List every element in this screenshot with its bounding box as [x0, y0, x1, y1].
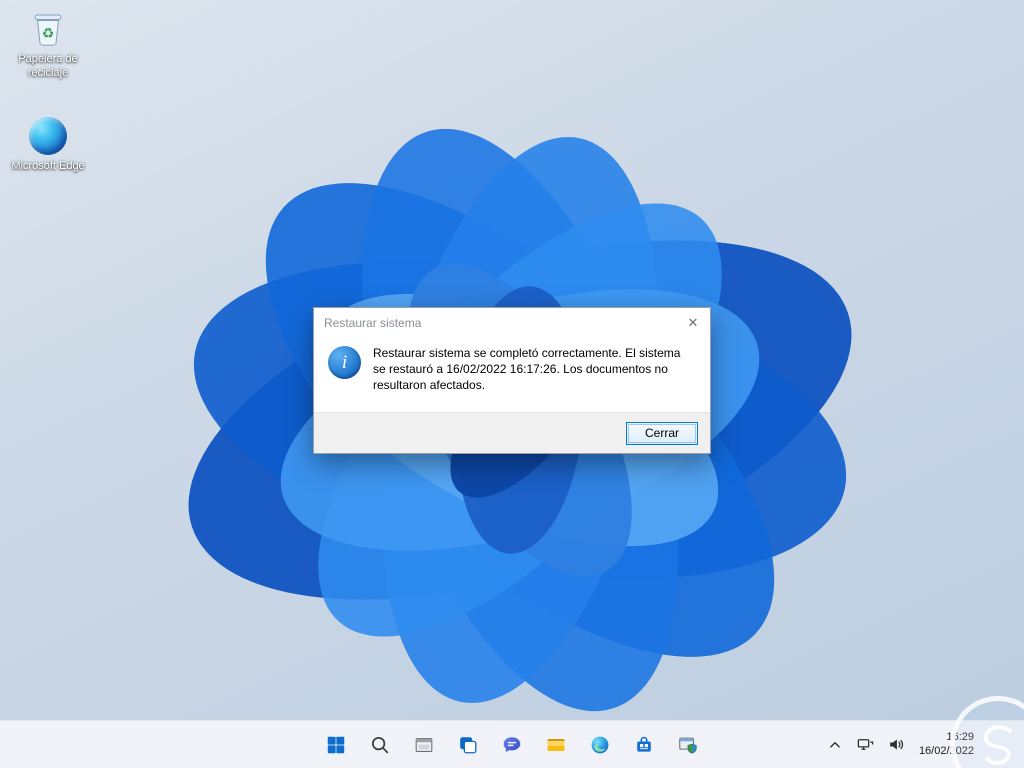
edge-shortcut[interactable]: Microsoft Edge	[8, 115, 88, 174]
system-restore-icon	[677, 734, 699, 756]
volume-button[interactable]	[882, 725, 911, 765]
close-icon[interactable]: ✕	[676, 308, 710, 338]
edge-icon	[27, 115, 69, 157]
network-button[interactable]	[851, 725, 880, 765]
legacy-app-button[interactable]	[404, 725, 444, 765]
tray-chevron-button[interactable]	[821, 725, 849, 765]
edge-label: Microsoft Edge	[11, 160, 84, 174]
dialog-message: Restaurar sistema se completó correctame…	[373, 344, 692, 406]
network-icon	[856, 735, 875, 754]
dialog-footer: Cerrar	[314, 412, 710, 453]
app-window-icon	[413, 734, 435, 756]
info-icon: i	[328, 346, 361, 379]
system-tray: 16:29 16/02/2022	[821, 725, 980, 765]
dialog-title: Restaurar sistema	[324, 316, 421, 330]
taskbar: 16:29 16/02/2022	[0, 720, 1024, 768]
store-button[interactable]	[624, 725, 664, 765]
system-restore-dialog: Restaurar sistema ✕ i Restaurar sistema …	[313, 307, 711, 454]
clock-date: 16/02/2022	[919, 745, 974, 759]
dialog-body: i Restaurar sistema se completó correcta…	[314, 338, 710, 412]
edge-browser-icon	[589, 734, 611, 756]
recycle-bin-icon: ♻	[27, 8, 69, 50]
file-explorer-icon	[545, 734, 567, 756]
search-icon	[369, 734, 391, 756]
system-restore-app-button[interactable]	[668, 725, 708, 765]
task-view-button[interactable]	[448, 725, 488, 765]
svg-text:♻: ♻	[42, 25, 55, 41]
chat-button[interactable]	[492, 725, 532, 765]
recycle-bin-label: Papelera de reciclaje	[8, 53, 88, 81]
desktop-icon-column: ♻ Papelera de reciclaje Microsoft Edge	[8, 8, 88, 199]
speaker-icon	[887, 735, 906, 754]
clock-time: 16:29	[946, 731, 974, 745]
chat-icon	[501, 734, 523, 756]
windows-logo-icon	[325, 734, 347, 756]
dialog-titlebar[interactable]: Restaurar sistema ✕	[314, 308, 710, 338]
recycle-bin-shortcut[interactable]: ♻ Papelera de reciclaje	[8, 8, 88, 81]
taskbar-clock[interactable]: 16:29 16/02/2022	[913, 731, 980, 759]
taskbar-center-icons	[316, 725, 708, 765]
search-button[interactable]	[360, 725, 400, 765]
cerrar-button[interactable]: Cerrar	[626, 422, 698, 445]
edge-browser-button[interactable]	[580, 725, 620, 765]
store-icon	[633, 734, 655, 756]
task-view-icon	[457, 734, 479, 756]
file-explorer-button[interactable]	[536, 725, 576, 765]
start-button[interactable]	[316, 725, 356, 765]
chevron-up-icon	[826, 736, 844, 754]
